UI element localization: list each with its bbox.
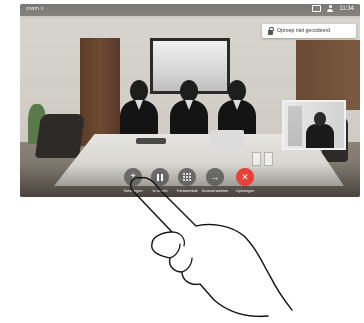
video-call-screen: zoom > 11:34 Oproep niet gecodeerd + Toe… — [20, 4, 360, 197]
plus-icon: + — [130, 171, 136, 182]
keypad-button[interactable] — [178, 168, 196, 186]
office-chair-left — [34, 114, 86, 158]
transfer-label: Doorschakelen — [201, 188, 229, 193]
arrow-right-icon: → — [210, 171, 220, 182]
user-icon[interactable] — [327, 5, 334, 12]
end-call-icon: ✕ — [241, 171, 249, 182]
add-call-button[interactable]: + — [124, 168, 142, 186]
self-view[interactable] — [282, 100, 346, 150]
status-left-text: zoom > — [26, 6, 44, 12]
hold-label: In wacht — [152, 188, 168, 193]
participant-2 — [170, 80, 208, 140]
end-call-button[interactable]: ✕ — [236, 168, 254, 186]
laptop — [210, 130, 244, 150]
hold-button[interactable] — [151, 168, 169, 186]
add-call-label: Toevoegen — [123, 188, 143, 193]
status-time: 11:34 — [339, 5, 354, 12]
conference-device — [136, 138, 166, 144]
encryption-banner-text: Oproep niet gecodeerd — [277, 28, 331, 34]
encryption-banner: Oproep niet gecodeerd — [262, 24, 356, 38]
lock-icon — [268, 26, 274, 35]
participant-1 — [120, 80, 158, 140]
screen-icon[interactable] — [312, 5, 322, 12]
keypad-label: Toetsenblok — [176, 188, 198, 193]
transfer-button[interactable]: → — [206, 168, 224, 186]
status-bar: zoom > 11:34 — [20, 4, 360, 16]
pause-icon — [157, 173, 163, 181]
keypad-icon — [183, 173, 191, 181]
room-door — [80, 38, 120, 146]
status-right: 11:34 — [312, 5, 354, 12]
end-call-label: Ophangen — [235, 188, 255, 193]
